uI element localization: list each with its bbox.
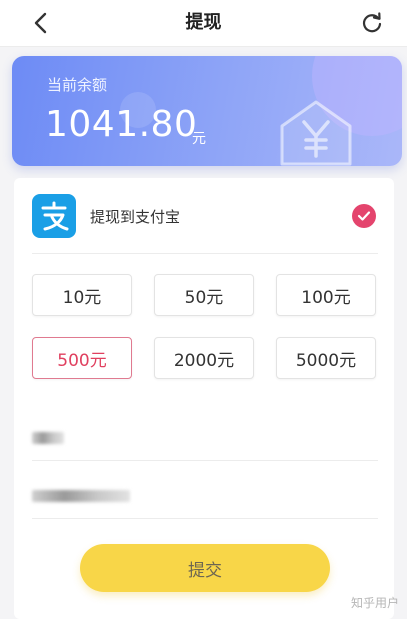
amount-option-10[interactable]: 10元: [32, 274, 132, 316]
amount-option-5000[interactable]: 5000元: [276, 337, 376, 379]
balance-unit: 元: [192, 131, 206, 147]
divider: [32, 253, 378, 254]
yuan-house-icon: [280, 100, 352, 166]
redacted-text: [32, 490, 130, 502]
amount-option-2000[interactable]: 2000元: [154, 337, 254, 379]
withdraw-panel: 提现到支付宝 10元 50元 100元 500元 2000元 5000元 提交: [14, 178, 394, 619]
alipay-icon: [32, 194, 76, 238]
divider: [32, 460, 378, 461]
account-name-field[interactable]: [32, 418, 378, 458]
divider: [32, 518, 378, 519]
checkmark-icon: [352, 204, 376, 228]
top-bar: 提现: [0, 0, 407, 47]
watermark: 知乎用户: [350, 596, 399, 610]
refresh-icon: [362, 12, 382, 33]
amount-option-50[interactable]: 50元: [154, 274, 254, 316]
account-number-field[interactable]: [32, 476, 378, 516]
amount-option-500[interactable]: 500元: [32, 337, 132, 379]
balance-label: 当前余额: [47, 76, 108, 94]
payment-method-label: 提现到支付宝: [90, 207, 181, 226]
balance-card: 当前余额 1041.80 元: [12, 56, 402, 166]
submit-button[interactable]: 提交: [80, 544, 330, 592]
redacted-text: [32, 432, 64, 444]
amount-option-100[interactable]: 100元: [276, 274, 376, 316]
balance-amount: 1041.80: [45, 104, 198, 145]
page-title: 提现: [185, 12, 222, 33]
refresh-button[interactable]: [359, 9, 385, 37]
payment-method-alipay[interactable]: 提现到支付宝: [32, 192, 376, 240]
